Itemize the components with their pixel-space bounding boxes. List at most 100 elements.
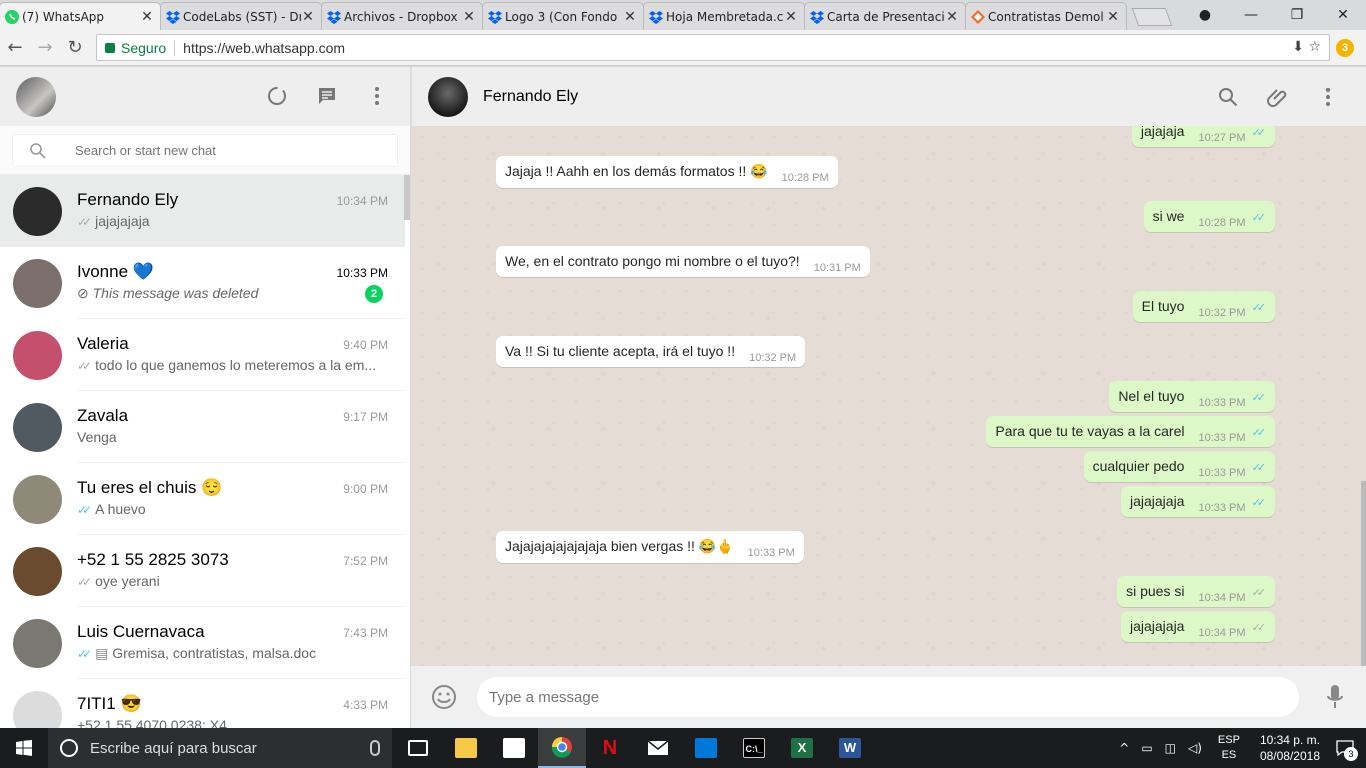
my-avatar[interactable] xyxy=(16,76,56,117)
network-icon[interactable]: ◫ xyxy=(1165,741,1176,755)
close-icon[interactable]: ✕ xyxy=(301,9,315,25)
tray-chevron-icon[interactable]: ^ xyxy=(1119,741,1129,755)
chat-list-item[interactable]: Valeria 9:40 PM ✓✓ todo lo que ganemos lo m… xyxy=(0,319,405,391)
vscode-icon[interactable] xyxy=(682,728,730,768)
search-box[interactable] xyxy=(12,134,398,167)
message-text: Nel el tuyo xyxy=(1118,388,1185,404)
minimize-icon[interactable]: — xyxy=(1228,7,1274,23)
bookmark-star-icon[interactable]: ⬇ ☆ xyxy=(1292,39,1321,55)
power-icon[interactable]: ▭ xyxy=(1141,741,1152,755)
back-icon[interactable]: ← xyxy=(0,37,30,58)
attach-icon[interactable] xyxy=(1266,85,1290,109)
extension-badge[interactable]: 3 xyxy=(1336,39,1354,57)
incoming-message[interactable]: Jajaja !! Aahh en los demás formatos !! … xyxy=(496,156,838,188)
close-window-icon[interactable]: ✕ xyxy=(1320,7,1366,23)
chat-list-item[interactable]: +52 1 55 2825 3073 7:52 PM ✓✓ oye yerani xyxy=(0,535,405,607)
chat-avatar[interactable] xyxy=(13,186,62,236)
menu-icon[interactable] xyxy=(1316,85,1340,109)
chat-avatar[interactable] xyxy=(13,546,62,596)
mail-icon[interactable] xyxy=(634,728,682,768)
outgoing-message[interactable]: jajajajaja 10:33 PM ✓✓ xyxy=(1120,486,1275,517)
close-icon[interactable]: ✕ xyxy=(945,9,959,25)
search-icon[interactable] xyxy=(1216,85,1240,109)
chrome-icon[interactable] xyxy=(538,728,586,768)
restore-icon[interactable]: ❐ xyxy=(1274,7,1320,23)
excel-icon[interactable]: X xyxy=(778,728,826,768)
close-icon[interactable]: ✕ xyxy=(140,9,154,25)
chat-avatar[interactable] xyxy=(13,258,62,308)
chat-list-item[interactable]: Zavala 9:17 PM Venga xyxy=(0,391,405,463)
taskbar-search[interactable]: Escribe aquí para buscar xyxy=(48,728,392,768)
netflix-icon[interactable]: N xyxy=(586,728,634,768)
browser-tab-carta[interactable]: Carta de Presentaci ✕ xyxy=(804,2,966,30)
browser-tab-contratistas[interactable]: Contratistas Demol ✕ xyxy=(965,2,1127,30)
conversation-scrollbar[interactable] xyxy=(1361,481,1366,666)
outgoing-message[interactable]: cualquier pedo 10:33 PM ✓✓ xyxy=(1083,451,1275,482)
browser-tab-logo[interactable]: Logo 3 (Con Fondo ✕ xyxy=(482,2,644,30)
volume-icon[interactable]: ◁) xyxy=(1188,741,1202,755)
incoming-message[interactable]: Jajajajajajajajaja bien vergas !! 😂🖕 10:3… xyxy=(496,531,804,563)
close-icon[interactable]: ✕ xyxy=(623,9,637,25)
outgoing-message[interactable]: si pues si 10:34 PM ✓✓ xyxy=(1117,576,1275,607)
new-tab-button[interactable] xyxy=(1131,8,1173,26)
chat-name: Luis Cuernavaca xyxy=(77,622,205,641)
chat-list-item[interactable]: Ivonne 💙 10:33 PM ⊘ This message was delet… xyxy=(0,247,405,319)
sidebar-scrollbar[interactable] xyxy=(404,175,410,220)
new-chat-icon[interactable] xyxy=(316,85,338,107)
conversation-header[interactable]: Fernando Ely xyxy=(411,67,1366,126)
chat-avatar[interactable] xyxy=(13,330,62,380)
file-explorer-icon[interactable] xyxy=(442,728,490,768)
close-icon[interactable]: ✕ xyxy=(1106,9,1120,25)
terminal-icon[interactable]: C:\_ xyxy=(730,728,778,768)
omnibox[interactable]: Seguro https://web.whatsapp.com ⬇ ☆ xyxy=(96,34,1330,61)
microphone-icon[interactable] xyxy=(1326,684,1344,710)
chat-list-item[interactable]: Luis Cuernavaca 7:43 PM ✓✓ ▤ Gremisa, contr… xyxy=(0,607,405,679)
microphone-icon[interactable] xyxy=(370,740,380,756)
emoji-icon[interactable] xyxy=(431,684,457,710)
windows-start-icon[interactable] xyxy=(0,728,48,768)
browser-tab-codelabs[interactable]: CodeLabs (SST) - Dr ✕ xyxy=(160,2,322,30)
task-view-icon[interactable] xyxy=(394,728,442,768)
windows-taskbar: Escribe aquí para buscar N C:\_ X W ^ ▭ … xyxy=(0,728,1366,768)
chat-avatar[interactable] xyxy=(13,690,62,728)
reload-icon[interactable]: ↻ xyxy=(60,37,90,58)
status-icon[interactable] xyxy=(266,85,288,107)
message-input[interactable] xyxy=(489,688,1269,706)
language-indicator[interactable]: ESP ES xyxy=(1218,733,1240,763)
secure-label: Seguro xyxy=(121,39,167,56)
chat-list-item[interactable]: Tu eres el chuis 😌 9:00 PM ✓✓ A huevo xyxy=(0,463,405,535)
close-icon[interactable]: ✕ xyxy=(784,9,798,25)
contact-avatar[interactable] xyxy=(428,76,468,117)
outgoing-message[interactable]: Para que tu te vayas a la carel 10:33 PM ✓… xyxy=(986,416,1275,447)
url-text[interactable]: https://web.whatsapp.com xyxy=(183,40,345,56)
menu-icon[interactable] xyxy=(366,85,388,107)
browser-tab-hoja[interactable]: Hoja Membretada.c ✕ xyxy=(643,2,805,30)
chat-avatar[interactable] xyxy=(13,474,62,524)
incoming-message[interactable]: Va !! Si tu cliente acepta, irá el tuyo … xyxy=(496,336,806,367)
outgoing-message[interactable]: si we 10:28 PM ✓✓ xyxy=(1143,201,1275,232)
chat-avatar[interactable] xyxy=(13,402,62,452)
search-input[interactable] xyxy=(75,143,355,158)
word-icon[interactable]: W xyxy=(826,728,874,768)
message-input-box[interactable] xyxy=(477,677,1299,717)
outgoing-message[interactable]: El tuyo 10:32 PM ✓✓ xyxy=(1132,291,1275,322)
close-icon[interactable]: ✕ xyxy=(462,9,476,25)
contact-name[interactable]: Fernando Ely xyxy=(483,88,578,106)
outgoing-message[interactable]: Nel el tuyo 10:33 PM ✓✓ xyxy=(1109,381,1275,412)
profile-icon[interactable]: ● xyxy=(1182,7,1228,23)
clock[interactable]: 10:34 p. m. 08/08/2018 xyxy=(1260,732,1320,764)
chat-list-item[interactable]: 7ITI1 😎 4:33 PM +52 1 55 4070 0238: X4 xyxy=(0,679,405,728)
store-icon[interactable] xyxy=(490,728,538,768)
chat-list-item[interactable]: Fernando Ely 10:34 PM ✓✓ jajajajaja xyxy=(0,175,405,247)
chat-avatar[interactable] xyxy=(13,618,62,668)
outgoing-message[interactable]: jajajajaja 10:34 PM ✓✓ xyxy=(1120,611,1275,642)
chat-body: Valeria 9:40 PM ✓✓ todo lo que ganemos lo m… xyxy=(77,319,405,391)
outgoing-message[interactable]: jajajaja 10:27 PM ✓✓ xyxy=(1131,126,1275,147)
browser-tab-archivos[interactable]: Archivos - Dropbox ✕ xyxy=(321,2,483,30)
forward-icon[interactable]: → xyxy=(30,37,60,58)
action-center-icon[interactable]: 3 xyxy=(1330,728,1360,768)
incoming-message[interactable]: We, en el contrato pongo mi nombre o el … xyxy=(496,246,870,277)
message-text: We, en el contrato pongo mi nombre o el … xyxy=(505,253,800,269)
chat-preview-text: Venga xyxy=(77,429,117,445)
browser-tab-whatsapp[interactable]: (7) WhatsApp ✕ xyxy=(0,2,161,30)
